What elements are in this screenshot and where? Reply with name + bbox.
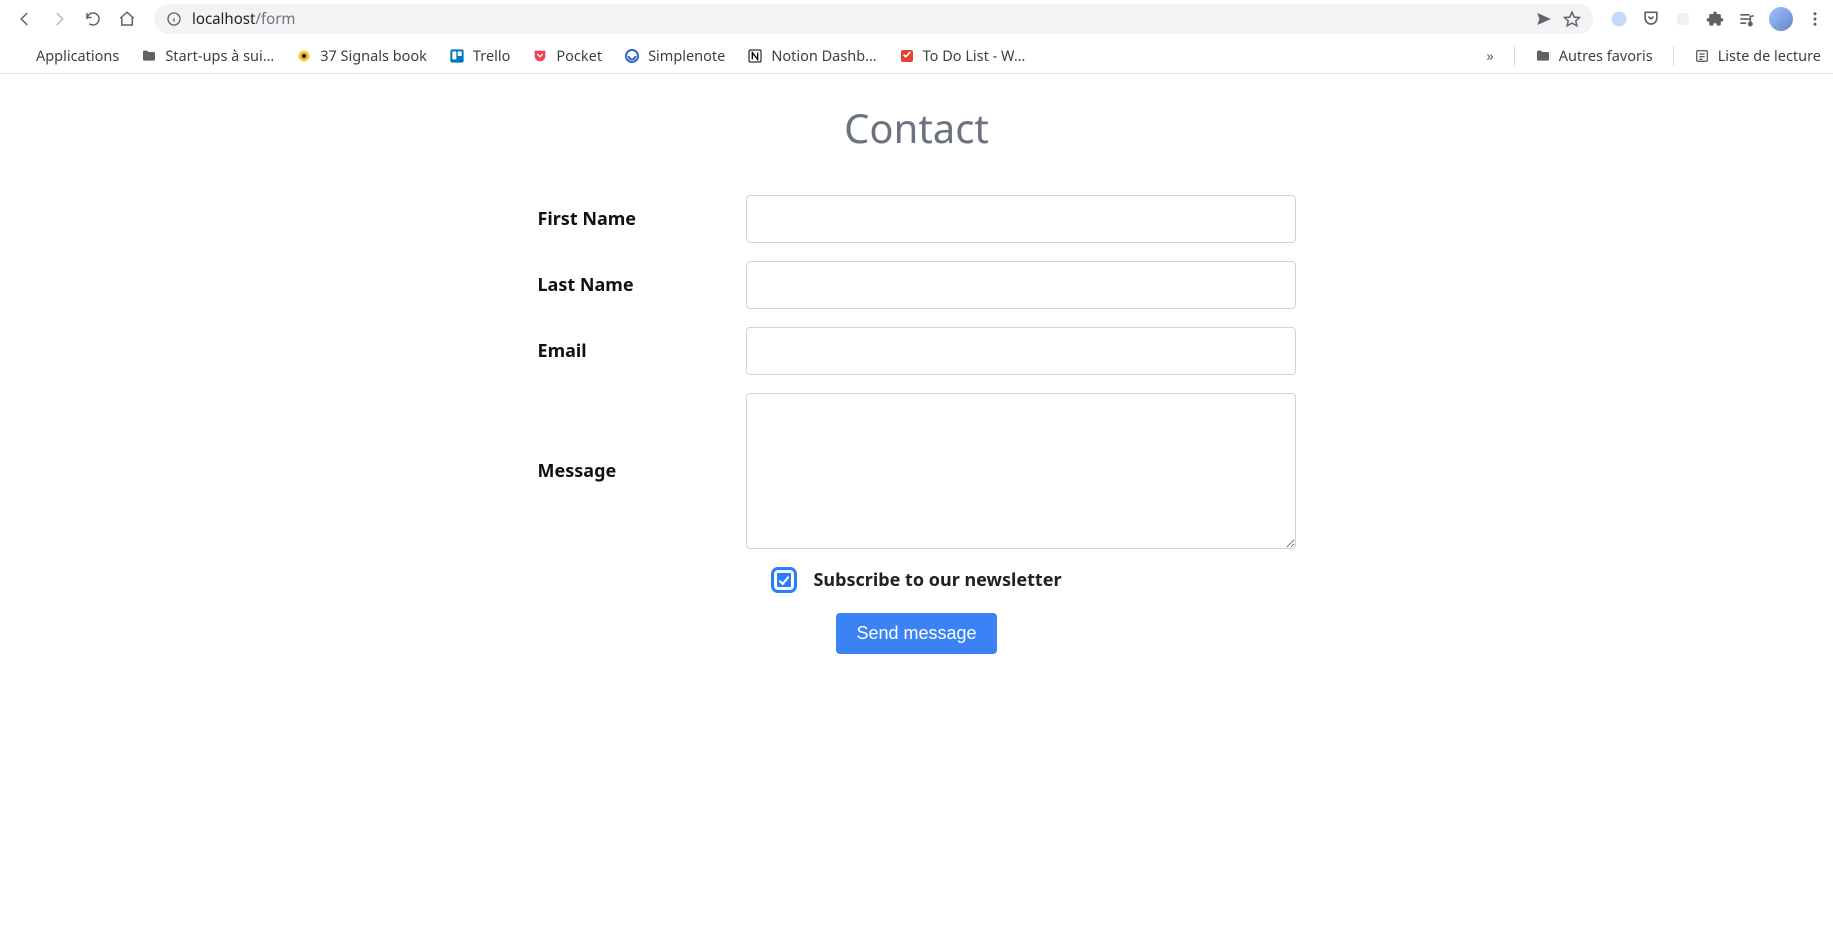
folder-icon bbox=[141, 48, 157, 64]
row-last-name: Last Name bbox=[538, 261, 1296, 309]
contact-form: First Name Last Name Email Message Subsc… bbox=[538, 195, 1296, 654]
todolist-icon bbox=[899, 48, 915, 64]
bookmark-label: Liste de lecture bbox=[1718, 46, 1821, 66]
nav-home-button[interactable] bbox=[110, 2, 144, 36]
media-controls-icon[interactable] bbox=[1737, 9, 1757, 29]
trello-icon bbox=[449, 48, 465, 64]
label-message: Message bbox=[538, 393, 746, 483]
separator bbox=[1514, 46, 1515, 66]
row-submit: Send message bbox=[538, 613, 1296, 654]
bookmark-label: Autres favoris bbox=[1559, 46, 1653, 66]
row-first-name: First Name bbox=[538, 195, 1296, 243]
bookmarks-bar: Applications Start-ups à sui… 37 Signals… bbox=[0, 38, 1833, 74]
bookmark-label: 37 Signals book bbox=[320, 46, 427, 66]
input-first-name[interactable] bbox=[746, 195, 1296, 243]
extension-generic-icon[interactable] bbox=[1673, 9, 1693, 29]
page-title: Contact bbox=[0, 100, 1833, 155]
bookmark-label: Pocket bbox=[556, 46, 602, 66]
apps-grid-icon bbox=[12, 48, 28, 64]
row-newsletter: Subscribe to our newsletter bbox=[538, 567, 1296, 593]
bookmark-label: Notion Dashb… bbox=[771, 46, 876, 66]
page-content: Contact First Name Last Name Email Messa… bbox=[0, 74, 1833, 654]
label-email: Email bbox=[538, 339, 746, 363]
nav-back-button[interactable] bbox=[8, 2, 42, 36]
input-last-name[interactable] bbox=[746, 261, 1296, 309]
bookmarks-overflow-button[interactable]: » bbox=[1486, 46, 1493, 66]
browser-toolbar: localhost/form bbox=[0, 0, 1833, 38]
bookmark-startups-folder[interactable]: Start-ups à sui… bbox=[141, 46, 274, 66]
folder-icon bbox=[1535, 48, 1551, 64]
label-newsletter: Subscribe to our newsletter bbox=[813, 568, 1061, 592]
row-email: Email bbox=[538, 327, 1296, 375]
input-message[interactable] bbox=[746, 393, 1296, 549]
notion-icon bbox=[747, 48, 763, 64]
bookmark-pocket[interactable]: Pocket bbox=[532, 46, 602, 66]
chrome-menu-icon[interactable] bbox=[1805, 9, 1825, 29]
extensions-puzzle-icon[interactable] bbox=[1705, 9, 1725, 29]
input-email[interactable] bbox=[746, 327, 1296, 375]
send-icon[interactable] bbox=[1535, 10, 1553, 28]
extension-firefox-icon[interactable] bbox=[1609, 9, 1629, 29]
bookmark-label: Trello bbox=[473, 46, 510, 66]
submit-button[interactable]: Send message bbox=[836, 613, 996, 654]
nav-reload-button[interactable] bbox=[76, 2, 110, 36]
toolbar-right bbox=[1603, 7, 1825, 31]
bookmark-notion[interactable]: Notion Dashb… bbox=[747, 46, 876, 66]
url-path: /form bbox=[255, 9, 295, 29]
bookmark-simplenote[interactable]: Simplenote bbox=[624, 46, 725, 66]
37signals-icon bbox=[296, 48, 312, 64]
label-first-name: First Name bbox=[538, 207, 746, 231]
bookmark-applications[interactable]: Applications bbox=[12, 46, 119, 66]
pocket-save-icon[interactable] bbox=[1641, 9, 1661, 29]
profile-avatar[interactable] bbox=[1769, 7, 1793, 31]
separator bbox=[1673, 46, 1674, 66]
nav-forward-button[interactable] bbox=[42, 2, 76, 36]
bookmark-todolist[interactable]: To Do List - W… bbox=[899, 46, 1026, 66]
pocket-icon bbox=[532, 48, 548, 64]
bookmark-reading-list[interactable]: Liste de lecture bbox=[1694, 46, 1821, 66]
simplenote-icon bbox=[624, 48, 640, 64]
bookmark-label: To Do List - W… bbox=[923, 46, 1026, 66]
bookmark-label: Start-ups à sui… bbox=[165, 46, 274, 66]
url-host: localhost bbox=[192, 9, 255, 29]
checkbox-newsletter[interactable] bbox=[771, 567, 797, 593]
address-bar[interactable]: localhost/form bbox=[154, 4, 1593, 34]
reading-list-icon bbox=[1694, 48, 1710, 64]
bookmark-trello[interactable]: Trello bbox=[449, 46, 510, 66]
label-last-name: Last Name bbox=[538, 273, 746, 297]
site-info-icon[interactable] bbox=[166, 11, 182, 27]
bookmark-label: Applications bbox=[36, 46, 119, 66]
bookmark-37signals[interactable]: 37 Signals book bbox=[296, 46, 427, 66]
bookmark-other-folder[interactable]: Autres favoris bbox=[1535, 46, 1653, 66]
bookmark-label: Simplenote bbox=[648, 46, 725, 66]
row-message: Message bbox=[538, 393, 1296, 549]
bookmark-star-icon[interactable] bbox=[1563, 10, 1581, 28]
